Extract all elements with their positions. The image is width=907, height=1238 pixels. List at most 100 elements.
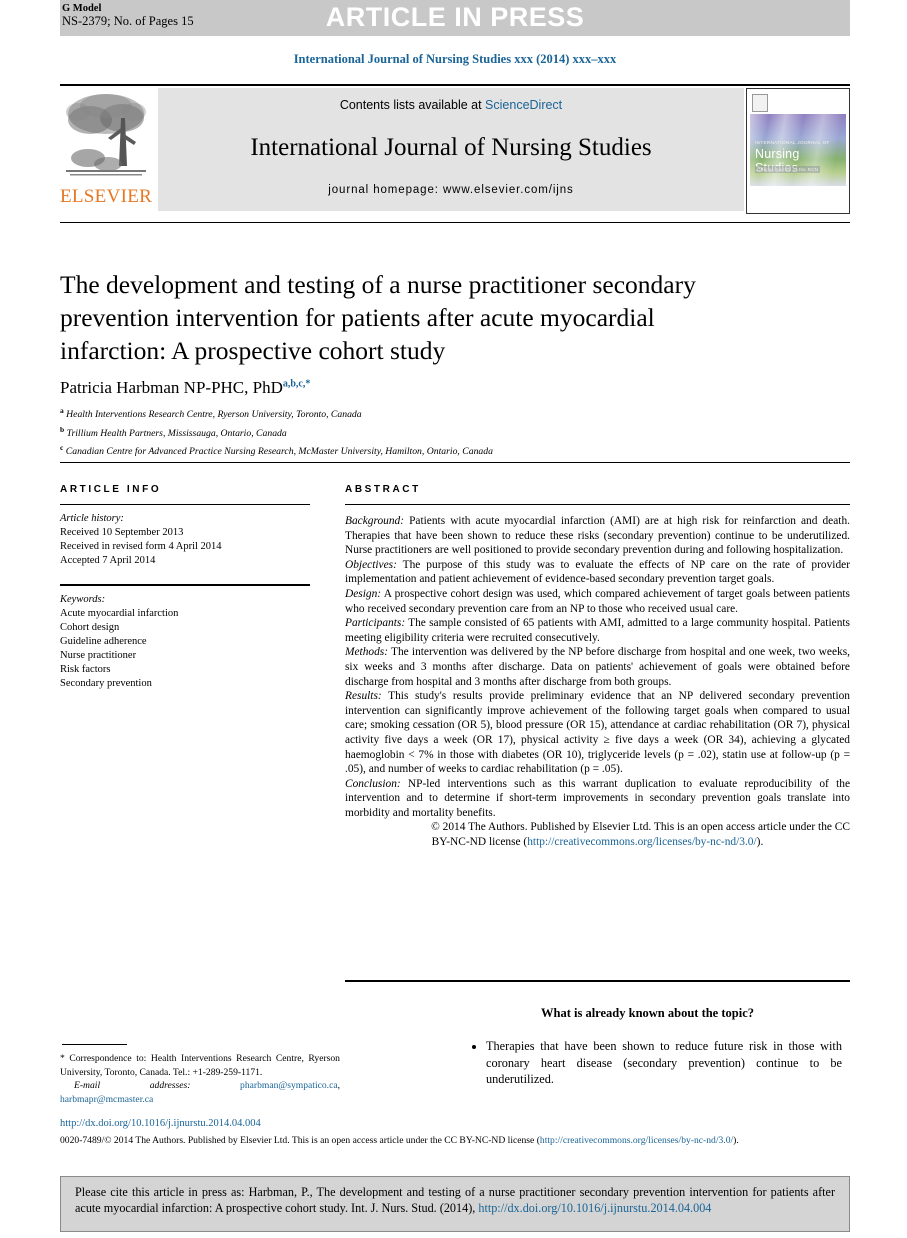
already-known-list: Therapies that have been shown to reduce… [472,1038,842,1090]
cover-subtitle: Official Journal of the RCN [755,166,821,173]
already-known-ul: Therapies that have been shown to reduce… [472,1038,842,1088]
abstract-section-label: Design: [345,587,382,600]
abstract-section-label: Results: [345,690,382,703]
contents-available-line: Contents lists available at ScienceDirec… [158,98,744,112]
abstract-column: ABSTRACT Background: Patients with acute… [345,484,850,850]
author-line: Patricia Harbman NP-PHC, PhDa,b,c,* [60,378,760,398]
abstract-section-text: NP-led interventions such as this warran… [345,777,850,819]
copyright-license-prefix: BY-NC-ND license ( [431,836,528,849]
cite-doi-link[interactable]: http://dx.doi.org/10.1016/j.ijnurstu.201… [478,1201,711,1215]
affiliation-divider [60,462,850,463]
correspondence-footnote: * Correspondence to: Health Intervention… [60,1053,340,1105]
abstract-section-label: Background: [345,515,405,527]
article-page: ARTICLE IN PRESS G Model NS-2379; No. of… [0,0,907,1238]
footnote-divider [62,1044,127,1045]
issn-prefix: 0020-7489/ [60,1135,105,1146]
sciencedirect-link[interactable]: ScienceDirect [485,98,562,112]
issn-text: © 2014 The Authors. Published by Elsevie… [104,1135,540,1146]
cover-mini-logo-icon [752,94,768,112]
abstract-section-text: Patients with acute myocardial infarctio… [345,515,850,557]
keywords-block: Keywords: Acute myocardial infarction Co… [60,593,310,691]
history-item: Received 10 September 2013 [60,527,184,538]
article-id-label: NS-2379; No. of Pages 15 [62,14,194,28]
article-history-block: Article history: Received 10 September 2… [60,512,310,568]
title-divider [60,222,850,223]
keywords-divider [60,584,310,586]
affiliation-text: Canadian Centre for Advanced Practice Nu… [65,446,493,458]
abstract-section-text: The sample consisted of 65 patients with… [345,617,850,644]
abstract-section: Conclusion: NP-led interventions such as… [345,777,850,821]
affiliation-marker: a [60,406,64,415]
elsevier-wordmark: ELSEVIER [60,186,153,207]
keyword-item: Secondary prevention [60,678,152,689]
affiliation-text: Trillium Health Partners, Mississauga, O… [66,427,287,439]
abstract-section: Results: This study's results provide pr… [345,689,850,777]
abstract-section-text: A prospective cohort design was used, wh… [345,587,850,615]
email-label: E-mail addresses: [74,1080,191,1092]
abstract-section-text: The purpose of this study was to evaluat… [345,558,850,586]
cover-artwork: INTERNATIONAL JOURNAL OF Nursing Studies… [750,114,846,186]
article-info-heading: ARTICLE INFO [60,484,162,495]
abstract-rule [345,504,850,505]
email-link-1[interactable]: pharbman@sympatico.ca [240,1080,338,1091]
cite-text: Please cite this article in press as: Ha… [75,1184,835,1216]
list-item: Therapies that have been shown to reduce… [486,1038,842,1088]
copyright-license-suffix: ). [756,836,764,849]
keyword-item: Risk factors [60,664,111,675]
cite-this-article-box: Please cite this article in press as: Ha… [60,1176,850,1232]
issn-copyright-line: 0020-7489/© 2014 The Authors. Published … [60,1134,850,1147]
journal-running-head: International Journal of Nursing Studies… [293,52,617,66]
journal-cover-thumbnail: INTERNATIONAL JOURNAL OF Nursing Studies… [746,88,850,214]
doi-link[interactable]: http://dx.doi.org/10.1016/j.ijnurstu.201… [60,1118,850,1129]
abstract-section-text: The intervention was delivered by the NP… [345,646,850,688]
history-item: Received in revised form 4 April 2014 [60,541,222,552]
issn-license-link[interactable]: http://creativecommons.org/licenses/by-n… [540,1135,733,1146]
author-name: Patricia Harbman NP-PHC, PhD [60,378,283,397]
affiliation-item: b Trillium Health Partners, Mississauga,… [60,423,820,442]
journal-homepage[interactable]: journal homepage: www.elsevier.com/ijns [158,184,744,196]
abstract-bottom-divider [345,980,850,982]
journal-title: International Journal of Nursing Studies [250,134,652,161]
affiliation-text: Health Interventions Research Centre, Ry… [66,409,362,421]
correspondence-text: Correspondence to: Health Interventions … [60,1053,340,1078]
article-history-label: Article history: [60,513,124,524]
issn-suffix: ). [733,1135,739,1146]
affiliation-item: c Canadian Centre for Advanced Practice … [60,441,820,460]
author-affiliation-markers: a,b,c,* [282,378,311,390]
elsevier-tree-icon [64,88,148,184]
cover-small-title: INTERNATIONAL JOURNAL OF [755,140,830,145]
abstract-section-label: Methods: [345,646,389,659]
affiliation-marker: b [60,424,65,434]
already-known-heading: What is already known about the topic? [541,1006,754,1020]
abstract-section-label: Participants: [345,617,406,630]
journal-masthead: ELSEVIER Contents lists available at Sci… [60,84,850,214]
keyword-item: Acute myocardial infarction [60,608,179,619]
abstract-copyright: © 2014 The Authors. Published by Elsevie… [345,820,850,849]
cite-text-prefix: Please cite this article in press as: Ha… [75,1185,835,1215]
footnote-marker: * [60,1053,65,1064]
creative-commons-link[interactable]: http://creativecommons.org/licenses/by-n… [527,836,756,848]
keyword-item: Cohort design [60,622,120,633]
keyword-item: Nurse practitioner [60,650,137,661]
affiliations-block: a Health Interventions Research Centre, … [60,404,820,460]
abstract-section: Design: A prospective cohort design was … [345,587,850,616]
abstract-section: Participants: The sample consisted of 65… [345,616,850,645]
copyright-line-2: BY-NC-ND license (http://creativecommons… [345,835,850,850]
email-link-2[interactable]: harbmapr@mcmaster.ca [60,1094,153,1105]
history-item: Accepted 7 April 2014 [60,555,156,566]
abstract-section-label: Conclusion: [345,777,401,790]
keywords-label: Keywords: [60,594,106,605]
article-info-column: ARTICLE INFO Article history: Received 1… [60,484,310,691]
g-model-block: G Model NS-2379; No. of Pages 15 [62,2,194,28]
article-info-rule [60,504,310,505]
abstract-section-label: Objectives: [345,558,397,571]
abstract-heading: ABSTRACT [345,484,421,495]
affiliation-marker: c [60,443,64,453]
affiliation-item: a Health Interventions Research Centre, … [60,404,820,423]
abstract-section: Methods: The intervention was delivered … [345,645,850,689]
abstract-section: Background: Patients with acute myocardi… [345,514,850,558]
contents-prefix: Contents lists available at [339,98,486,112]
keyword-item: Guideline adherence [60,636,147,647]
abstract-section: Objectives: The purpose of this study wa… [345,558,850,587]
cover-inner: INTERNATIONAL JOURNAL OF Nursing Studies… [750,92,846,210]
